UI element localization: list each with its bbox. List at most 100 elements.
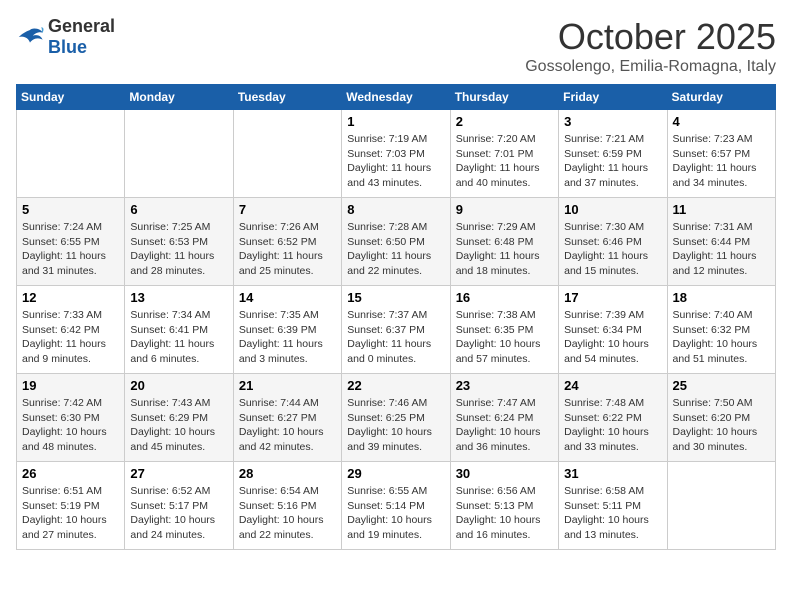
day-cell-28: 28 Sunrise: 6:54 AMSunset: 5:16 PMDayligh… [233, 462, 341, 550]
day-number: 14 [239, 290, 336, 305]
day-number: 16 [456, 290, 553, 305]
week-row-2: 5Sunrise: 7:24 AMSunset: 6:55 PMDaylight… [17, 198, 776, 286]
day-info: Sunrise: 6:56 AMSunset: 5:13 PMDaylight:… [456, 484, 553, 543]
empty-cell [233, 110, 341, 198]
day-number: 13 [130, 290, 227, 305]
day-number: 11 [673, 202, 770, 217]
day-cell-29: 29Sunrise: 6:55 AMSunset: 5:14 PMDayligh… [342, 462, 450, 550]
day-info: Sunrise: 7:20 AMSunset: 7:01 PMDaylight:… [456, 132, 553, 191]
day-info: Sunrise: 7:21 AMSunset: 6:59 PMDaylight:… [564, 132, 661, 191]
day-info: Sunrise: 6:58 AMSunset: 5:11 PMDaylight:… [564, 484, 661, 543]
day-info: Sunrise: 6:52 AMSunset: 5:17 PMDaylight:… [130, 484, 227, 543]
day-info: Sunrise: 7:43 AMSunset: 6:29 PMDaylight:… [130, 396, 227, 455]
day-number: 8 [347, 202, 444, 217]
weekday-header-sunday: Sunday [17, 85, 125, 110]
day-number: 28 [239, 466, 336, 481]
day-number: 17 [564, 290, 661, 305]
day-cell-31: 31 Sunrise: 6:58 AMSunset: 5:11 PMDayligh… [559, 462, 667, 550]
weekday-header-friday: Friday [559, 85, 667, 110]
day-number: 1 [347, 114, 444, 129]
day-info: Sunrise: 7:44 AMSunset: 6:27 PMDaylight:… [239, 396, 336, 455]
day-cell-19: 19Sunrise: 7:42 AMSunset: 6:30 PMDayligh… [17, 374, 125, 462]
day-cell-2: 2 Sunrise: 7:20 AMSunset: 7:01 PMDaylight… [450, 110, 558, 198]
day-number: 18 [673, 290, 770, 305]
day-info: Sunrise: 7:23 AMSunset: 6:57 PMDaylight:… [673, 132, 770, 191]
empty-cell [667, 462, 775, 550]
location: Gossolengo, Emilia-Romagna, Italy [525, 58, 776, 76]
day-cell-9: 9Sunrise: 7:29 AMSunset: 6:48 PMDaylight… [450, 198, 558, 286]
day-cell-27: 27Sunrise: 6:52 AMSunset: 5:17 PMDayligh… [125, 462, 233, 550]
weekday-header-tuesday: Tuesday [233, 85, 341, 110]
day-info: Sunrise: 7:38 AMSunset: 6:35 PMDaylight:… [456, 308, 553, 367]
weekday-header-saturday: Saturday [667, 85, 775, 110]
day-number: 22 [347, 378, 444, 393]
day-number: 26 [22, 466, 119, 481]
day-cell-23: 23 Sunrise: 7:47 AMSunset: 6:24 PMDayligh… [450, 374, 558, 462]
day-cell-6: 6Sunrise: 7:25 AMSunset: 6:53 PMDaylight… [125, 198, 233, 286]
day-info: Sunrise: 7:48 AMSunset: 6:22 PMDaylight:… [564, 396, 661, 455]
day-cell-16: 16 Sunrise: 7:38 AMSunset: 6:35 PMDayligh… [450, 286, 558, 374]
week-row-5: 26 Sunrise: 6:51 AMSunset: 5:19 PMDayligh… [17, 462, 776, 550]
day-info: Sunrise: 7:24 AMSunset: 6:55 PMDaylight:… [22, 220, 119, 279]
day-info: Sunrise: 7:26 AMSunset: 6:52 PMDaylight:… [239, 220, 336, 279]
day-number: 23 [456, 378, 553, 393]
day-info: Sunrise: 7:31 AMSunset: 6:44 PMDaylight:… [673, 220, 770, 279]
logo: General Blue [16, 16, 115, 58]
day-info: Sunrise: 7:39 AMSunset: 6:34 PMDaylight:… [564, 308, 661, 367]
day-cell-12: 12Sunrise: 7:33 AMSunset: 6:42 PMDayligh… [17, 286, 125, 374]
day-cell-11: 11 Sunrise: 7:31 AMSunset: 6:44 PMDayligh… [667, 198, 775, 286]
title-area: October 2025 Gossolengo, Emilia-Romagna,… [525, 16, 776, 76]
day-cell-7: 7 Sunrise: 7:26 AMSunset: 6:52 PMDaylight… [233, 198, 341, 286]
day-info: Sunrise: 7:40 AMSunset: 6:32 PMDaylight:… [673, 308, 770, 367]
day-number: 9 [456, 202, 553, 217]
day-number: 3 [564, 114, 661, 129]
day-info: Sunrise: 7:34 AMSunset: 6:41 PMDaylight:… [130, 308, 227, 367]
logo-general: General [48, 16, 115, 36]
week-row-4: 19Sunrise: 7:42 AMSunset: 6:30 PMDayligh… [17, 374, 776, 462]
empty-cell [17, 110, 125, 198]
day-info: Sunrise: 7:42 AMSunset: 6:30 PMDaylight:… [22, 396, 119, 455]
day-cell-13: 13 Sunrise: 7:34 AMSunset: 6:41 PMDayligh… [125, 286, 233, 374]
day-cell-24: 24 Sunrise: 7:48 AMSunset: 6:22 PMDayligh… [559, 374, 667, 462]
day-info: Sunrise: 7:47 AMSunset: 6:24 PMDaylight:… [456, 396, 553, 455]
day-cell-22: 22Sunrise: 7:46 AMSunset: 6:25 PMDayligh… [342, 374, 450, 462]
week-row-1: 1 Sunrise: 7:19 AMSunset: 7:03 PMDaylight… [17, 110, 776, 198]
day-cell-21: 21 Sunrise: 7:44 AMSunset: 6:27 PMDayligh… [233, 374, 341, 462]
day-info: Sunrise: 7:25 AMSunset: 6:53 PMDaylight:… [130, 220, 227, 279]
day-cell-8: 8 Sunrise: 7:28 AMSunset: 6:50 PMDaylight… [342, 198, 450, 286]
day-info: Sunrise: 6:54 AMSunset: 5:16 PMDaylight:… [239, 484, 336, 543]
day-cell-4: 4 Sunrise: 7:23 AMSunset: 6:57 PMDaylight… [667, 110, 775, 198]
day-info: Sunrise: 7:50 AMSunset: 6:20 PMDaylight:… [673, 396, 770, 455]
day-info: Sunrise: 7:28 AMSunset: 6:50 PMDaylight:… [347, 220, 444, 279]
day-info: Sunrise: 7:33 AMSunset: 6:42 PMDaylight:… [22, 308, 119, 367]
day-number: 15 [347, 290, 444, 305]
day-cell-15: 15 Sunrise: 7:37 AMSunset: 6:37 PMDayligh… [342, 286, 450, 374]
day-number: 2 [456, 114, 553, 129]
day-cell-25: 25 Sunrise: 7:50 AMSunset: 6:20 PMDayligh… [667, 374, 775, 462]
day-cell-17: 17 Sunrise: 7:39 AMSunset: 6:34 PMDayligh… [559, 286, 667, 374]
day-info: Sunrise: 7:19 AMSunset: 7:03 PMDaylight:… [347, 132, 444, 191]
day-number: 25 [673, 378, 770, 393]
day-cell-3: 3 Sunrise: 7:21 AMSunset: 6:59 PMDaylight… [559, 110, 667, 198]
day-cell-14: 14 Sunrise: 7:35 AMSunset: 6:39 PMDayligh… [233, 286, 341, 374]
weekday-header-wednesday: Wednesday [342, 85, 450, 110]
page-header: General Blue October 2025 Gossolengo, Em… [16, 16, 776, 76]
day-cell-18: 18 Sunrise: 7:40 AMSunset: 6:32 PMDayligh… [667, 286, 775, 374]
day-cell-20: 20Sunrise: 7:43 AMSunset: 6:29 PMDayligh… [125, 374, 233, 462]
day-number: 4 [673, 114, 770, 129]
day-info: Sunrise: 6:51 AMSunset: 5:19 PMDaylight:… [22, 484, 119, 543]
day-cell-1: 1 Sunrise: 7:19 AMSunset: 7:03 PMDaylight… [342, 110, 450, 198]
day-number: 7 [239, 202, 336, 217]
day-cell-26: 26 Sunrise: 6:51 AMSunset: 5:19 PMDayligh… [17, 462, 125, 550]
day-number: 30 [456, 466, 553, 481]
day-info: Sunrise: 7:37 AMSunset: 6:37 PMDaylight:… [347, 308, 444, 367]
week-row-3: 12Sunrise: 7:33 AMSunset: 6:42 PMDayligh… [17, 286, 776, 374]
day-number: 21 [239, 378, 336, 393]
day-info: Sunrise: 7:35 AMSunset: 6:39 PMDaylight:… [239, 308, 336, 367]
logo-bird-icon [16, 27, 44, 47]
empty-cell [125, 110, 233, 198]
day-number: 24 [564, 378, 661, 393]
weekday-header-thursday: Thursday [450, 85, 558, 110]
day-cell-10: 10Sunrise: 7:30 AMSunset: 6:46 PMDayligh… [559, 198, 667, 286]
day-number: 31 [564, 466, 661, 481]
